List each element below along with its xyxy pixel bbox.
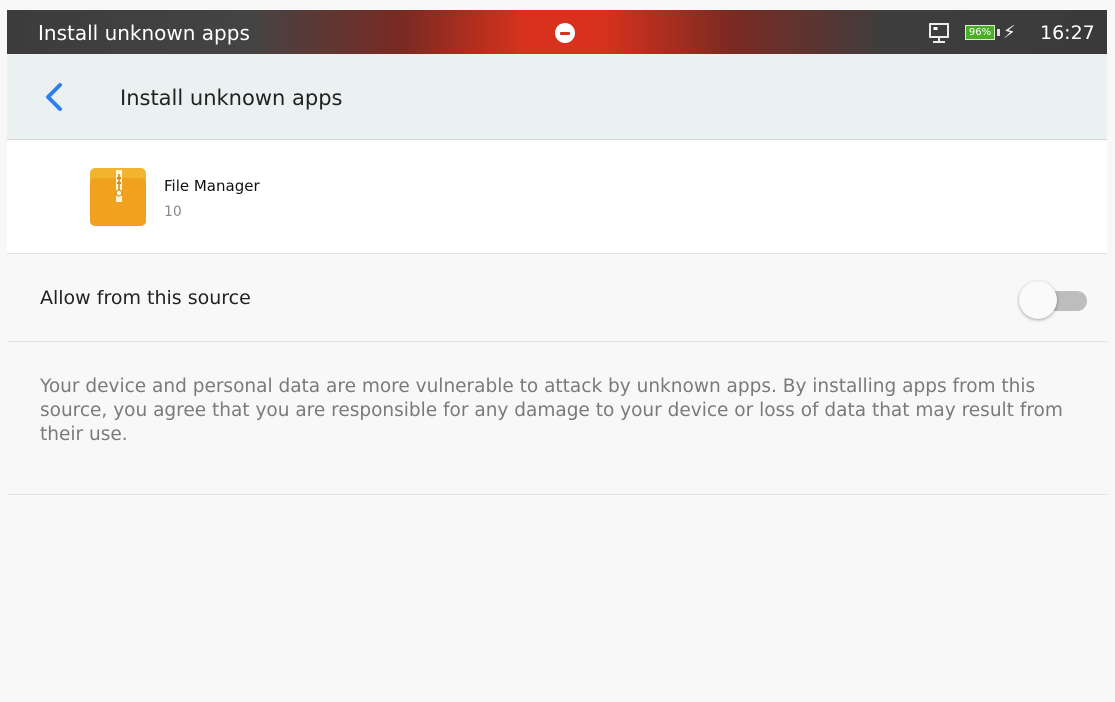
charging-icon: ⚡ (1003, 22, 1016, 43)
toggle-thumb (1019, 281, 1057, 319)
warning-text: Your device and personal data are more v… (40, 376, 1063, 445)
allow-from-source-label: Allow from this source (40, 287, 251, 309)
status-bar-title: Install unknown apps (38, 21, 250, 45)
app-version: 10 (164, 204, 182, 220)
app-info-row: File Manager 10 (7, 141, 1107, 254)
battery-icon: 96% (965, 25, 995, 40)
allow-toggle[interactable] (1015, 279, 1091, 319)
app-name: File Manager (164, 177, 260, 195)
ethernet-icon (929, 23, 949, 43)
page-title: Install unknown apps (120, 86, 343, 110)
allow-from-source-setting[interactable]: Allow from this source (7, 255, 1107, 342)
file-manager-icon (90, 168, 146, 226)
do-not-disturb-icon (555, 23, 575, 43)
status-bar-time: 16:27 (1040, 22, 1095, 44)
battery-tip (997, 29, 1000, 36)
back-button[interactable] (38, 77, 78, 117)
status-bar: Install unknown apps 96% ⚡ 16:27 (7, 10, 1107, 54)
warning-section: Your device and personal data are more v… (7, 343, 1107, 495)
app-bar: Install unknown apps (7, 54, 1107, 140)
